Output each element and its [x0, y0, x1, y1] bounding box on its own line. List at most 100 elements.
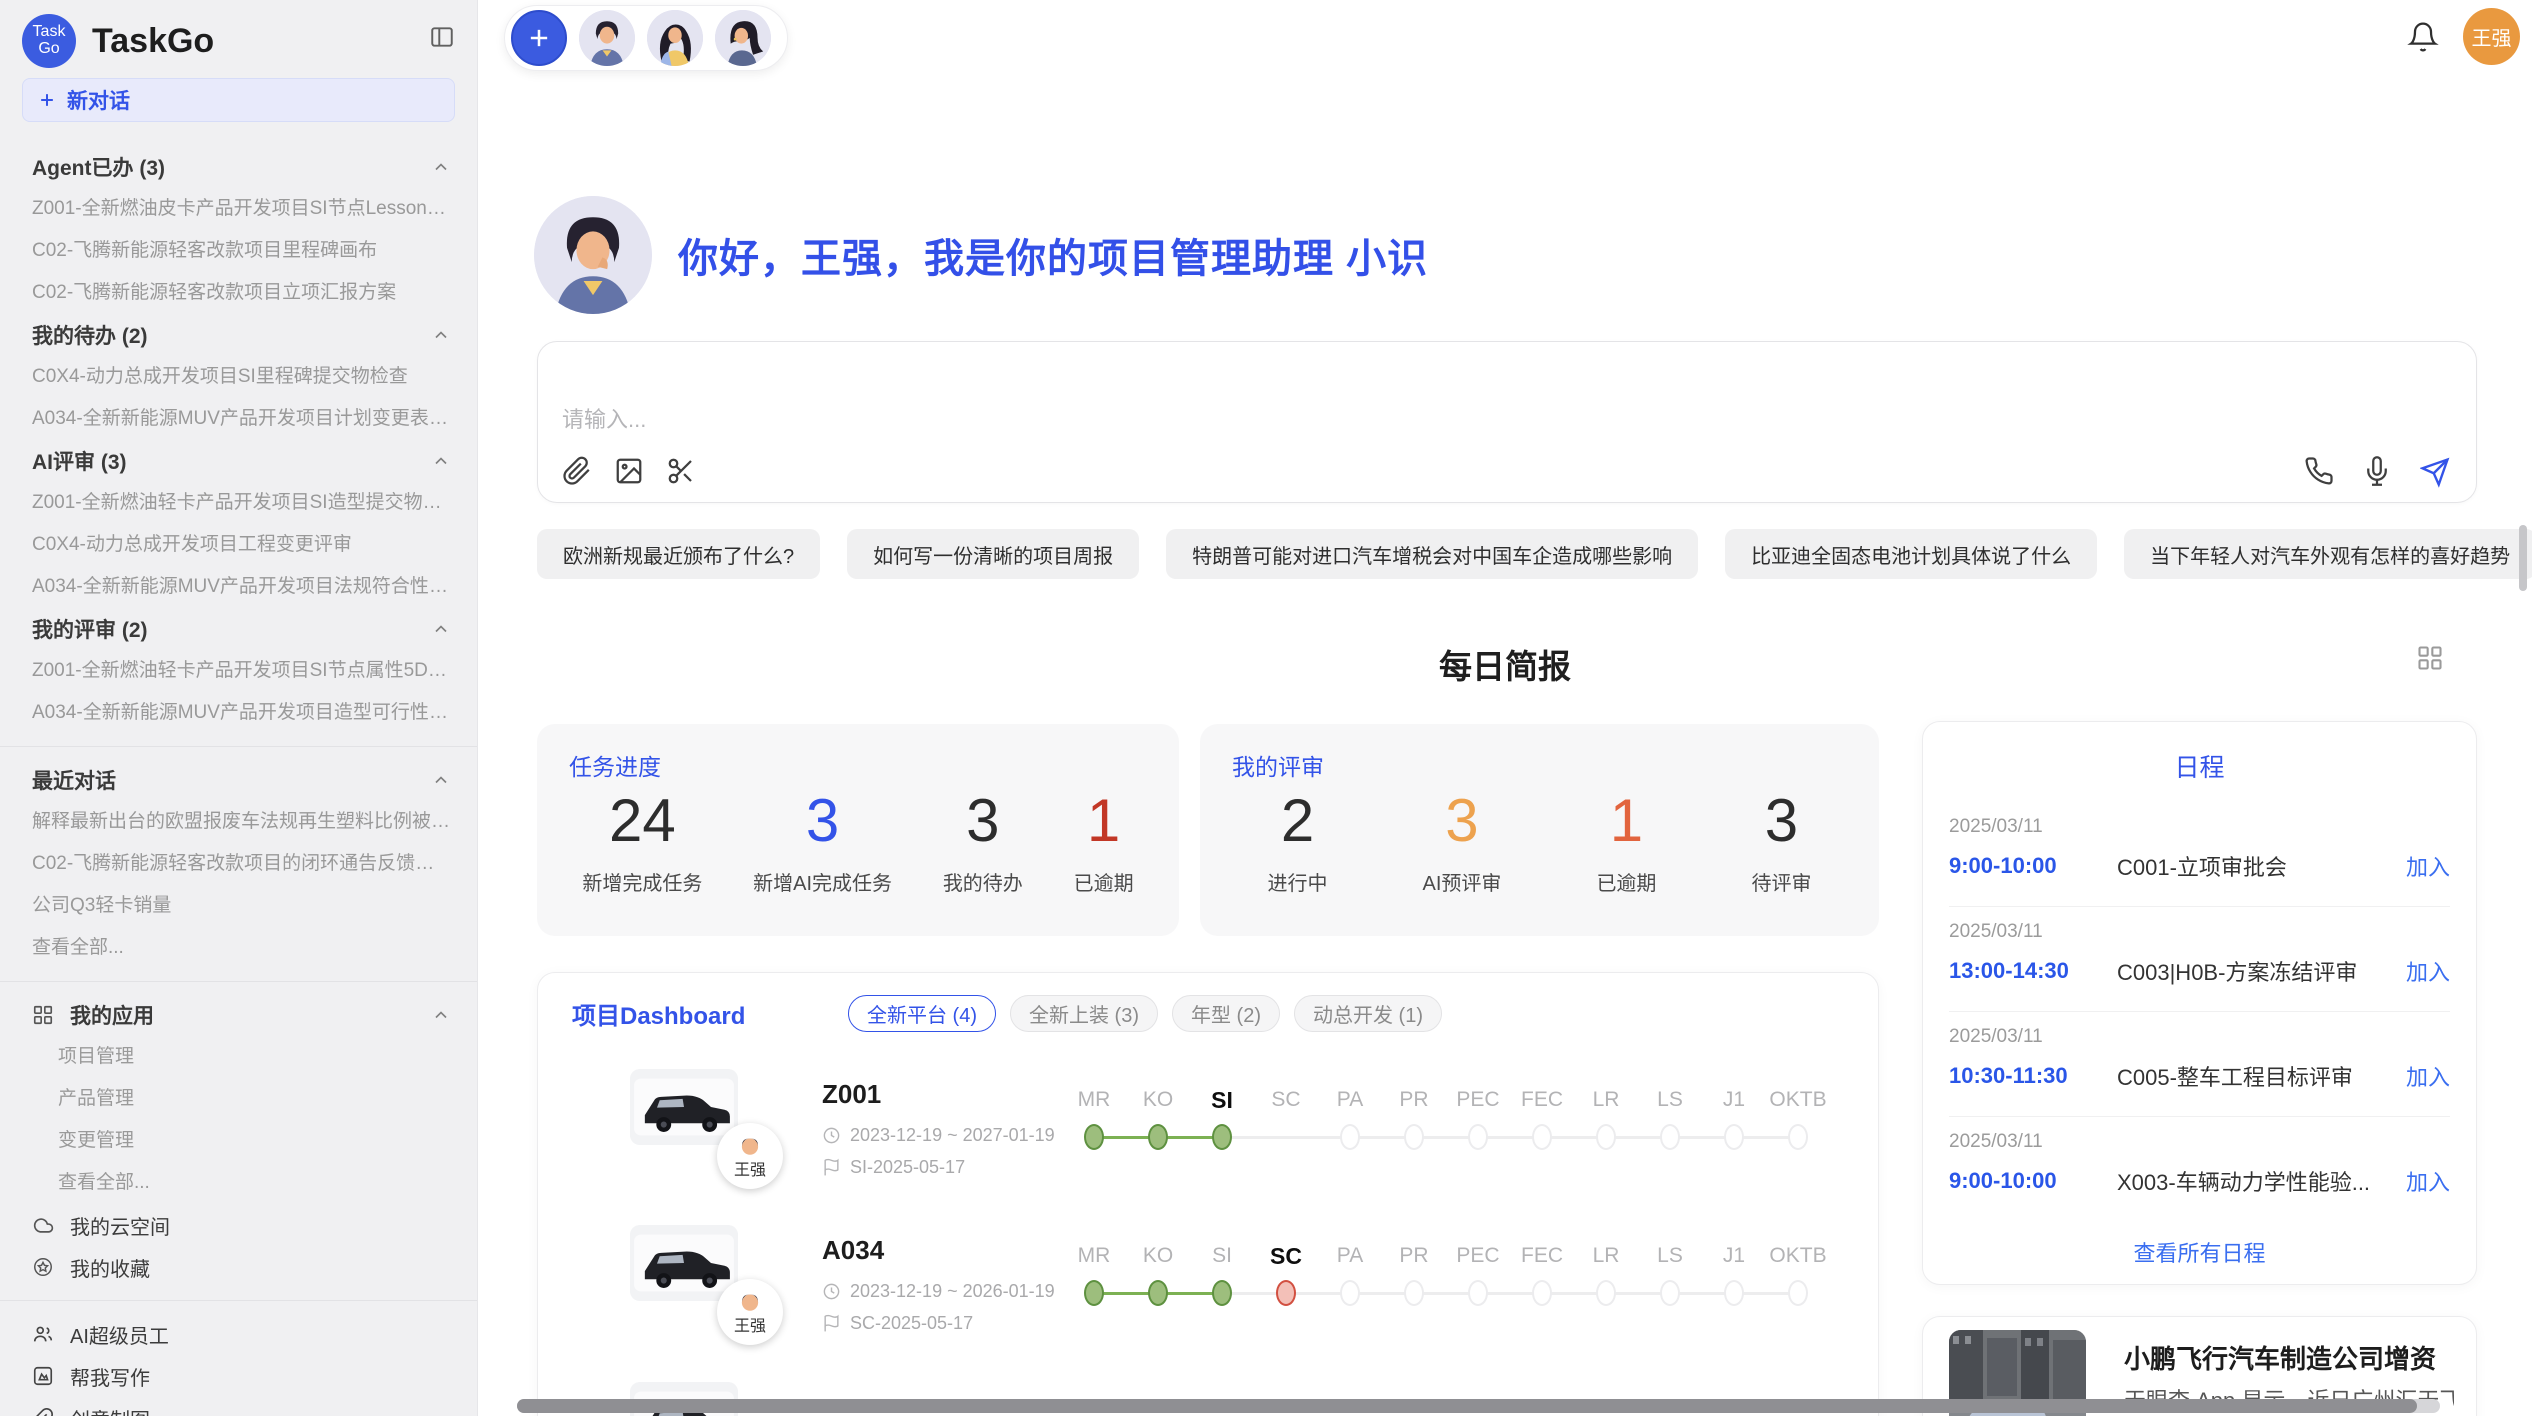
filter-pill-active[interactable]: 全新平台 (4): [848, 995, 996, 1032]
sidebar-item[interactable]: A034-全新新能源MUV产品开发项目计划变更表编写: [0, 398, 477, 440]
stat: 3我的待办: [943, 786, 1023, 896]
new-chat-button[interactable]: 新对话: [22, 78, 455, 122]
topbar-right: 王强: [2407, 8, 2520, 65]
join-button[interactable]: 加入: [2406, 850, 2450, 882]
cloud-icon: [32, 1214, 54, 1236]
milestone-label: PR: [1382, 1083, 1446, 1117]
milestone-label: J1: [1702, 1083, 1766, 1117]
milestone-label: LR: [1574, 1239, 1638, 1273]
suggestion-chip[interactable]: 如何写一份清晰的项目周报: [847, 529, 1139, 579]
schedule-event-title: C001-立项审批会: [2117, 850, 2406, 882]
stat-value: 3: [1751, 786, 1811, 855]
sidebar-section-header[interactable]: Agent已办 (3): [0, 146, 477, 188]
milestone-dot-pec: [1468, 1280, 1488, 1306]
sidebar-tool[interactable]: 创意制图: [0, 1397, 477, 1416]
composer-attachments: [562, 456, 696, 486]
milestone-label: FEC: [1510, 1083, 1574, 1117]
star-icon: [32, 1256, 54, 1278]
sidebar-collapse-icon[interactable]: [429, 24, 455, 50]
avatar[interactable]: [715, 10, 771, 66]
join-button[interactable]: 加入: [2406, 955, 2450, 987]
divider: [0, 1300, 477, 1301]
avatar[interactable]: [647, 10, 703, 66]
app-item[interactable]: 变更管理: [0, 1120, 477, 1162]
vertical-scrollbar-thumb[interactable]: [2519, 525, 2527, 591]
horizontal-scrollbar-thumb[interactable]: [517, 1399, 2417, 1413]
layout-grid-icon[interactable]: [2416, 644, 2444, 672]
sidebar-item[interactable]: Z001-全新燃油轻卡产品开发项目SI造型提交物评审: [0, 482, 477, 524]
milestone-label: FEC: [1510, 1239, 1574, 1273]
join-button[interactable]: 加入: [2406, 1165, 2450, 1197]
flag-icon: [822, 1158, 841, 1177]
user-name: 王强: [2472, 22, 2512, 51]
app-item[interactable]: 项目管理: [0, 1036, 477, 1078]
view-all-schedule-link[interactable]: 查看所有日程: [1923, 1236, 2476, 1268]
recent-chat-item[interactable]: 公司Q3轻卡销量: [0, 885, 477, 927]
shortcut-label: 我的收藏: [70, 1253, 150, 1282]
send-icon[interactable]: [2420, 456, 2450, 486]
suggestion-chip[interactable]: 特朗普可能对进口汽车增税会对中国车企造成哪些影响: [1166, 529, 1698, 579]
recent-chat-item[interactable]: C02-飞腾新能源轻客改款项目的闭环通告反馈情况: [0, 843, 477, 885]
daily-brief-title: 每日简报: [478, 640, 2532, 688]
view-all-chats-link[interactable]: 查看全部...: [0, 927, 477, 969]
milestone-label: LS: [1638, 1239, 1702, 1273]
owner-face-icon: [737, 1132, 763, 1158]
scissors-icon[interactable]: [666, 456, 696, 486]
milestone-label: KO: [1126, 1083, 1190, 1117]
schedule-list: 2025/03/119:00-10:00C001-立项审批会加入2025/03/…: [1949, 802, 2450, 1221]
chat-composer: [537, 341, 2477, 503]
apps-grid-icon: [32, 1004, 54, 1026]
sidebar-item[interactable]: Z001-全新燃油轻卡产品开发项目SI节点属性5D文件评审: [0, 650, 477, 692]
phone-icon[interactable]: [2304, 456, 2334, 486]
section-label: 最近对话: [32, 765, 116, 795]
milestone-dot-mr: [1084, 1124, 1104, 1150]
sidebar-item[interactable]: C0X4-动力总成开发项目工程变更评审: [0, 524, 477, 566]
filter-pill[interactable]: 年型 (2): [1172, 995, 1280, 1032]
stat-label: 进行中: [1268, 867, 1328, 896]
schedule-card: 日程 2025/03/119:00-10:00C001-立项审批会加入2025/…: [1922, 721, 2477, 1285]
suggestion-chip[interactable]: 比亚迪全固态电池计划具体说了什么: [1725, 529, 2097, 579]
join-button[interactable]: 加入: [2406, 1060, 2450, 1092]
sidebar-section-header[interactable]: 我的评审 (2): [0, 608, 477, 650]
assistant-avatar: [534, 196, 652, 314]
image-icon[interactable]: [614, 456, 644, 486]
sidebar-shortcut[interactable]: 我的收藏: [0, 1246, 477, 1288]
stat-value: 1: [1074, 786, 1134, 855]
sidebar-item[interactable]: A034-全新新能源MUV产品开发项目法规符合性评审: [0, 566, 477, 608]
sidebar-item[interactable]: A034-全新新能源MUV产品开发项目造型可行性评审: [0, 692, 477, 734]
suggestion-chip[interactable]: 当下年轻人对汽车外观有怎样的喜好趋势: [2124, 529, 2532, 579]
project-owner-badge: 王强: [717, 1123, 783, 1189]
milestone-dot-lr: [1596, 1124, 1616, 1150]
sidebar-item[interactable]: C02-飞腾新能源轻客改款项目立项汇报方案: [0, 272, 477, 314]
schedule-date: 2025/03/11: [1949, 1026, 2450, 1048]
sidebar-tool[interactable]: 帮我写作: [0, 1355, 477, 1397]
section-label: 我的评审 (2): [32, 614, 148, 644]
sidebar-item[interactable]: C0X4-动力总成开发项目SI里程碑提交物检查: [0, 356, 477, 398]
paperclip-icon[interactable]: [562, 456, 592, 486]
recent-chats-header[interactable]: 最近对话: [0, 759, 477, 801]
sidebar-item[interactable]: Z001-全新燃油皮卡产品开发项目SI节点Lesson Learn报告: [0, 188, 477, 230]
app-item[interactable]: 查看全部...: [0, 1162, 477, 1204]
recent-chat-item[interactable]: 解释最新出台的欧盟报废车法规再生塑料比例被调至15%...: [0, 801, 477, 843]
project-current-flag: SC-2025-05-17: [822, 1313, 973, 1334]
user-avatar[interactable]: 王强: [2463, 8, 2520, 65]
app-item[interactable]: 产品管理: [0, 1078, 477, 1120]
people-icon: [32, 1323, 54, 1345]
add-conversation-button[interactable]: [511, 10, 567, 66]
card-title: 我的评审: [1232, 748, 1324, 782]
my-apps-header[interactable]: 我的应用: [0, 994, 477, 1036]
avatar[interactable]: [579, 10, 635, 66]
filter-pill[interactable]: 全新上装 (3): [1010, 995, 1158, 1032]
sidebar-section-header[interactable]: AI评审 (3): [0, 440, 477, 482]
sidebar-tool[interactable]: AI超级员工: [0, 1313, 477, 1355]
sidebar-shortcut[interactable]: 我的云空间: [0, 1204, 477, 1246]
suggestion-chip[interactable]: 欧洲新规最近颁布了什么?: [537, 529, 820, 579]
stat-value: 1: [1596, 786, 1656, 855]
sidebar-section-header[interactable]: 我的待办 (2): [0, 314, 477, 356]
microphone-icon[interactable]: [2362, 456, 2392, 486]
notifications-bell-icon[interactable]: [2407, 21, 2439, 53]
sidebar-item[interactable]: C02-飞腾新能源轻客改款项目里程碑画布: [0, 230, 477, 272]
stat-label: 已逾期: [1074, 867, 1134, 896]
filter-pill[interactable]: 动总开发 (1): [1294, 995, 1442, 1032]
chat-input[interactable]: [562, 402, 2162, 446]
